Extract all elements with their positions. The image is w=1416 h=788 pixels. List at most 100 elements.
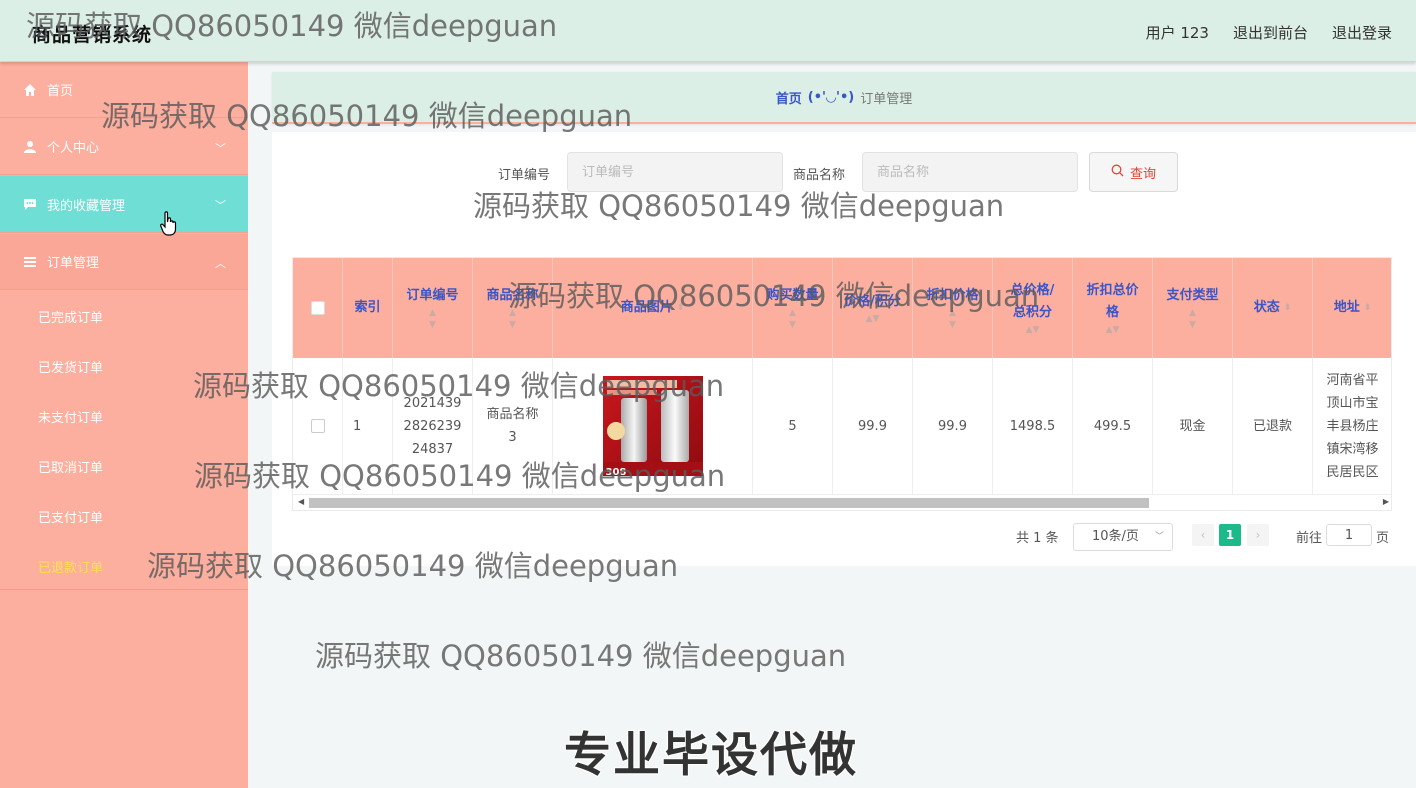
order-no-label: 订单编号 bbox=[498, 168, 551, 183]
next-page-button[interactable]: › bbox=[1247, 524, 1269, 546]
sidebar-item-favorites[interactable]: 我的收藏管理 ﹀ bbox=[0, 176, 248, 233]
submenu-completed-orders[interactable]: 已完成订单 bbox=[38, 307, 103, 326]
column-header[interactable]: 状态 ⬍ bbox=[1233, 258, 1313, 358]
sort-icon[interactable]: ▲▼ bbox=[1189, 307, 1196, 331]
column-header-label: 地址 bbox=[1333, 300, 1360, 315]
hand-cursor-icon bbox=[160, 211, 178, 241]
column-header[interactable]: 总价格/总积分 ▲▼ bbox=[993, 258, 1073, 358]
list-icon bbox=[22, 254, 38, 270]
breadcrumb-separator: (•'◡'•) bbox=[807, 89, 855, 105]
row-select-cell bbox=[293, 358, 343, 494]
total-price-cell: 1498.5 bbox=[993, 358, 1073, 494]
sort-icon[interactable]: ▲▼ bbox=[1026, 324, 1040, 336]
table-row[interactable]: 1 2021439 2826239 24837 商品名称 3 308 5 99.… bbox=[293, 358, 1391, 494]
quantity-cell: 5 bbox=[753, 358, 833, 494]
chevron-down-icon: ﹀ bbox=[215, 142, 226, 155]
promo-banner: 专业毕设代做 bbox=[563, 727, 858, 784]
column-header[interactable]: 折扣价格 ▲ ▼ bbox=[913, 258, 993, 358]
exit-frontend-link[interactable]: 退出到前台 bbox=[1233, 22, 1308, 43]
address-line: 河南省平 bbox=[1326, 372, 1379, 388]
page-size-select[interactable]: 10条/页 ﹀ bbox=[1073, 523, 1173, 551]
column-header[interactable]: 支付类型 ▲ ▼ bbox=[1153, 258, 1233, 358]
chevron-down-icon: ﹀ bbox=[215, 199, 226, 212]
column-header[interactable]: 购买数量 ▲ ▼ bbox=[753, 258, 833, 358]
sort-icon[interactable]: ▲▼ bbox=[789, 307, 796, 331]
page-number-button[interactable]: 1 bbox=[1219, 524, 1241, 546]
sort-icon[interactable]: ▲▼ bbox=[509, 307, 516, 331]
search-icon bbox=[1111, 164, 1124, 181]
product-image-cell: 308 bbox=[553, 358, 753, 494]
column-header[interactable]: 折扣总价格 ▲▼ bbox=[1073, 258, 1153, 358]
order-no-input[interactable] bbox=[567, 152, 783, 192]
column-header-label: 总价格/总积分 bbox=[1010, 283, 1055, 320]
sidebar-item-label: 我的收藏管理 bbox=[47, 198, 126, 214]
breadcrumb-home[interactable]: 首页 bbox=[776, 88, 802, 107]
order-no-line: 2826239 bbox=[403, 418, 462, 434]
sidebar-divider bbox=[0, 589, 248, 590]
top-links: 用户 123 退出到前台 退出登录 bbox=[1146, 22, 1392, 43]
sort-icon[interactable]: ⬍ bbox=[677, 297, 685, 319]
column-header-label: 折扣总价格 bbox=[1086, 283, 1139, 320]
sidebar-item-orders[interactable]: 订单管理 ︿ bbox=[0, 234, 248, 290]
address-cell: 河南省平 顶山市宝 丰县杨庄 镇宋湾移 民居民区 bbox=[1313, 358, 1391, 494]
pay-type-cell: 现金 bbox=[1153, 358, 1233, 494]
breadcrumb-current: 订单管理 bbox=[860, 91, 913, 107]
orders-table: 索引 订单编号 ▲ ▼ 商品名称 ▲ ▼ 商品图片 ⬍ 购买数量 ▲ ▼ 价格/积分 ▲▼ 折扣… bbox=[292, 257, 1392, 511]
column-header[interactable]: 商品名称 ▲ ▼ bbox=[473, 258, 553, 358]
sort-icon[interactable]: ▲▼ bbox=[429, 307, 436, 331]
logout-link[interactable]: 退出登录 bbox=[1332, 22, 1392, 43]
app-title: 商品营销系统 bbox=[32, 24, 153, 46]
user-label[interactable]: 用户 123 bbox=[1146, 22, 1209, 43]
sidebar-item-label: 订单管理 bbox=[47, 256, 100, 271]
chevron-down-icon: ﹀ bbox=[1154, 532, 1164, 542]
column-header-label: 支付类型 bbox=[1166, 288, 1219, 303]
order-no-line: 2021439 bbox=[403, 395, 462, 411]
sidebar-item-home[interactable]: 首页 bbox=[0, 62, 248, 118]
goto-label: 前往 bbox=[1296, 531, 1323, 546]
sort-icon[interactable]: ▲▼ bbox=[1106, 324, 1120, 336]
column-header: 索引 bbox=[343, 258, 393, 358]
column-header[interactable]: 订单编号 ▲ ▼ bbox=[393, 258, 473, 358]
user-icon bbox=[22, 139, 38, 155]
sort-icon[interactable]: ▲▼ bbox=[949, 307, 956, 331]
submenu-refunded-orders[interactable]: 已退款订单 bbox=[38, 557, 103, 576]
scroll-left-icon[interactable]: ◀ bbox=[298, 497, 304, 506]
column-header[interactable]: 地址 ⬍ bbox=[1313, 258, 1391, 358]
scrollbar-thumb[interactable] bbox=[309, 498, 1149, 508]
column-header[interactable]: 商品图片 ⬍ bbox=[553, 258, 753, 358]
sort-icon[interactable]: ⬍ bbox=[1364, 297, 1372, 319]
product-name-line: 商品名称 bbox=[486, 407, 539, 422]
chevron-up-icon: ︿ bbox=[215, 257, 226, 270]
prev-page-button[interactable]: ‹ bbox=[1192, 524, 1214, 546]
column-header-label: 订单编号 bbox=[406, 288, 459, 303]
chat-icon bbox=[22, 196, 38, 212]
product-name-input[interactable] bbox=[862, 152, 1078, 192]
submenu-unpaid-orders[interactable]: 未支付订单 bbox=[38, 407, 103, 426]
sort-icon[interactable]: ⬍ bbox=[1284, 297, 1292, 319]
column-header-label: 商品名称 bbox=[486, 288, 539, 303]
submenu-shipped-orders[interactable]: 已发货订单 bbox=[38, 357, 103, 376]
scroll-right-icon[interactable]: ▶ bbox=[1383, 497, 1389, 506]
select-all-checkbox[interactable] bbox=[310, 301, 325, 315]
sidebar-item-profile[interactable]: 个人中心 ﹀ bbox=[0, 119, 248, 175]
query-button[interactable]: 查询 bbox=[1089, 152, 1178, 192]
product-name-line: 3 bbox=[508, 430, 517, 445]
submenu-paid-orders[interactable]: 已支付订单 bbox=[38, 507, 103, 526]
submenu-cancelled-orders[interactable]: 已取消订单 bbox=[38, 457, 103, 476]
horizontal-scrollbar[interactable]: ◀ ▶ bbox=[293, 494, 1391, 510]
index-cell: 1 bbox=[343, 358, 393, 494]
goto-page-input[interactable] bbox=[1326, 524, 1372, 546]
breadcrumb: 首页 (•'◡'•) 订单管理 bbox=[272, 72, 1416, 124]
product-image[interactable]: 308 bbox=[602, 376, 703, 476]
column-header-label: 购买数量 bbox=[766, 288, 819, 303]
sort-icon[interactable]: ▲▼ bbox=[866, 313, 880, 325]
column-header[interactable]: 价格/积分 ▲▼ bbox=[833, 258, 913, 358]
column-header-label: 状态 bbox=[1253, 300, 1280, 315]
order-no-line: 24837 bbox=[411, 441, 454, 457]
sidebar-item-label: 首页 bbox=[47, 84, 74, 99]
column-header-label: 商品图片 bbox=[620, 300, 673, 315]
order-no-cell: 2021439 2826239 24837 bbox=[393, 358, 473, 494]
page-suffix-label: 页 bbox=[1376, 531, 1390, 546]
column-header-label: 索引 bbox=[354, 300, 381, 315]
row-checkbox[interactable] bbox=[310, 419, 325, 433]
